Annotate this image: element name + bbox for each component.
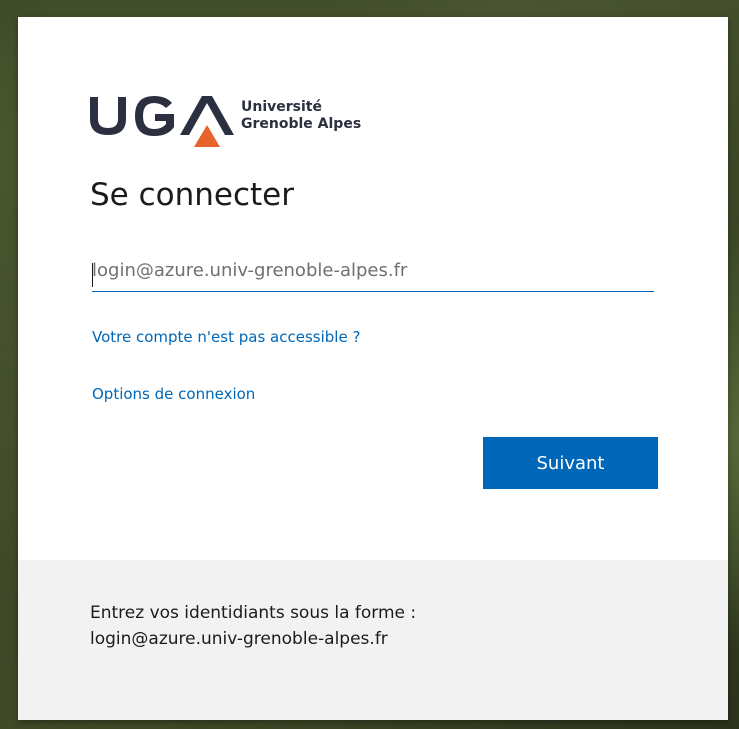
uga-logo-mark: [90, 96, 234, 147]
text-caret: [92, 263, 93, 287]
logo-wordmark: Université Grenoble Alpes: [241, 99, 361, 133]
logo-line-2: Grenoble Alpes: [241, 116, 362, 132]
uga-logo: Université Grenoble Alpes: [88, 89, 398, 159]
sign-in-card: Université Grenoble Alpes Se connecter V…: [18, 17, 728, 720]
account-unavailable-link[interactable]: Votre compte n'est pas accessible ?: [92, 328, 360, 346]
sign-in-footer: Entrez vos identidiants sous la forme : …: [18, 560, 728, 720]
logo-line-1: Université: [241, 99, 322, 115]
footer-line-1: Entrez vos identidiants sous la forme :: [90, 603, 417, 623]
page-title: Se connecter: [90, 177, 294, 213]
footer-line-2: login@azure.univ-grenoble-alpes.fr: [90, 629, 388, 649]
next-button[interactable]: Suivant: [483, 437, 658, 489]
email-field[interactable]: [92, 249, 654, 292]
sign-in-options-link[interactable]: Options de connexion: [92, 385, 255, 403]
footer-instructions: Entrez vos identidiants sous la forme : …: [90, 600, 416, 652]
